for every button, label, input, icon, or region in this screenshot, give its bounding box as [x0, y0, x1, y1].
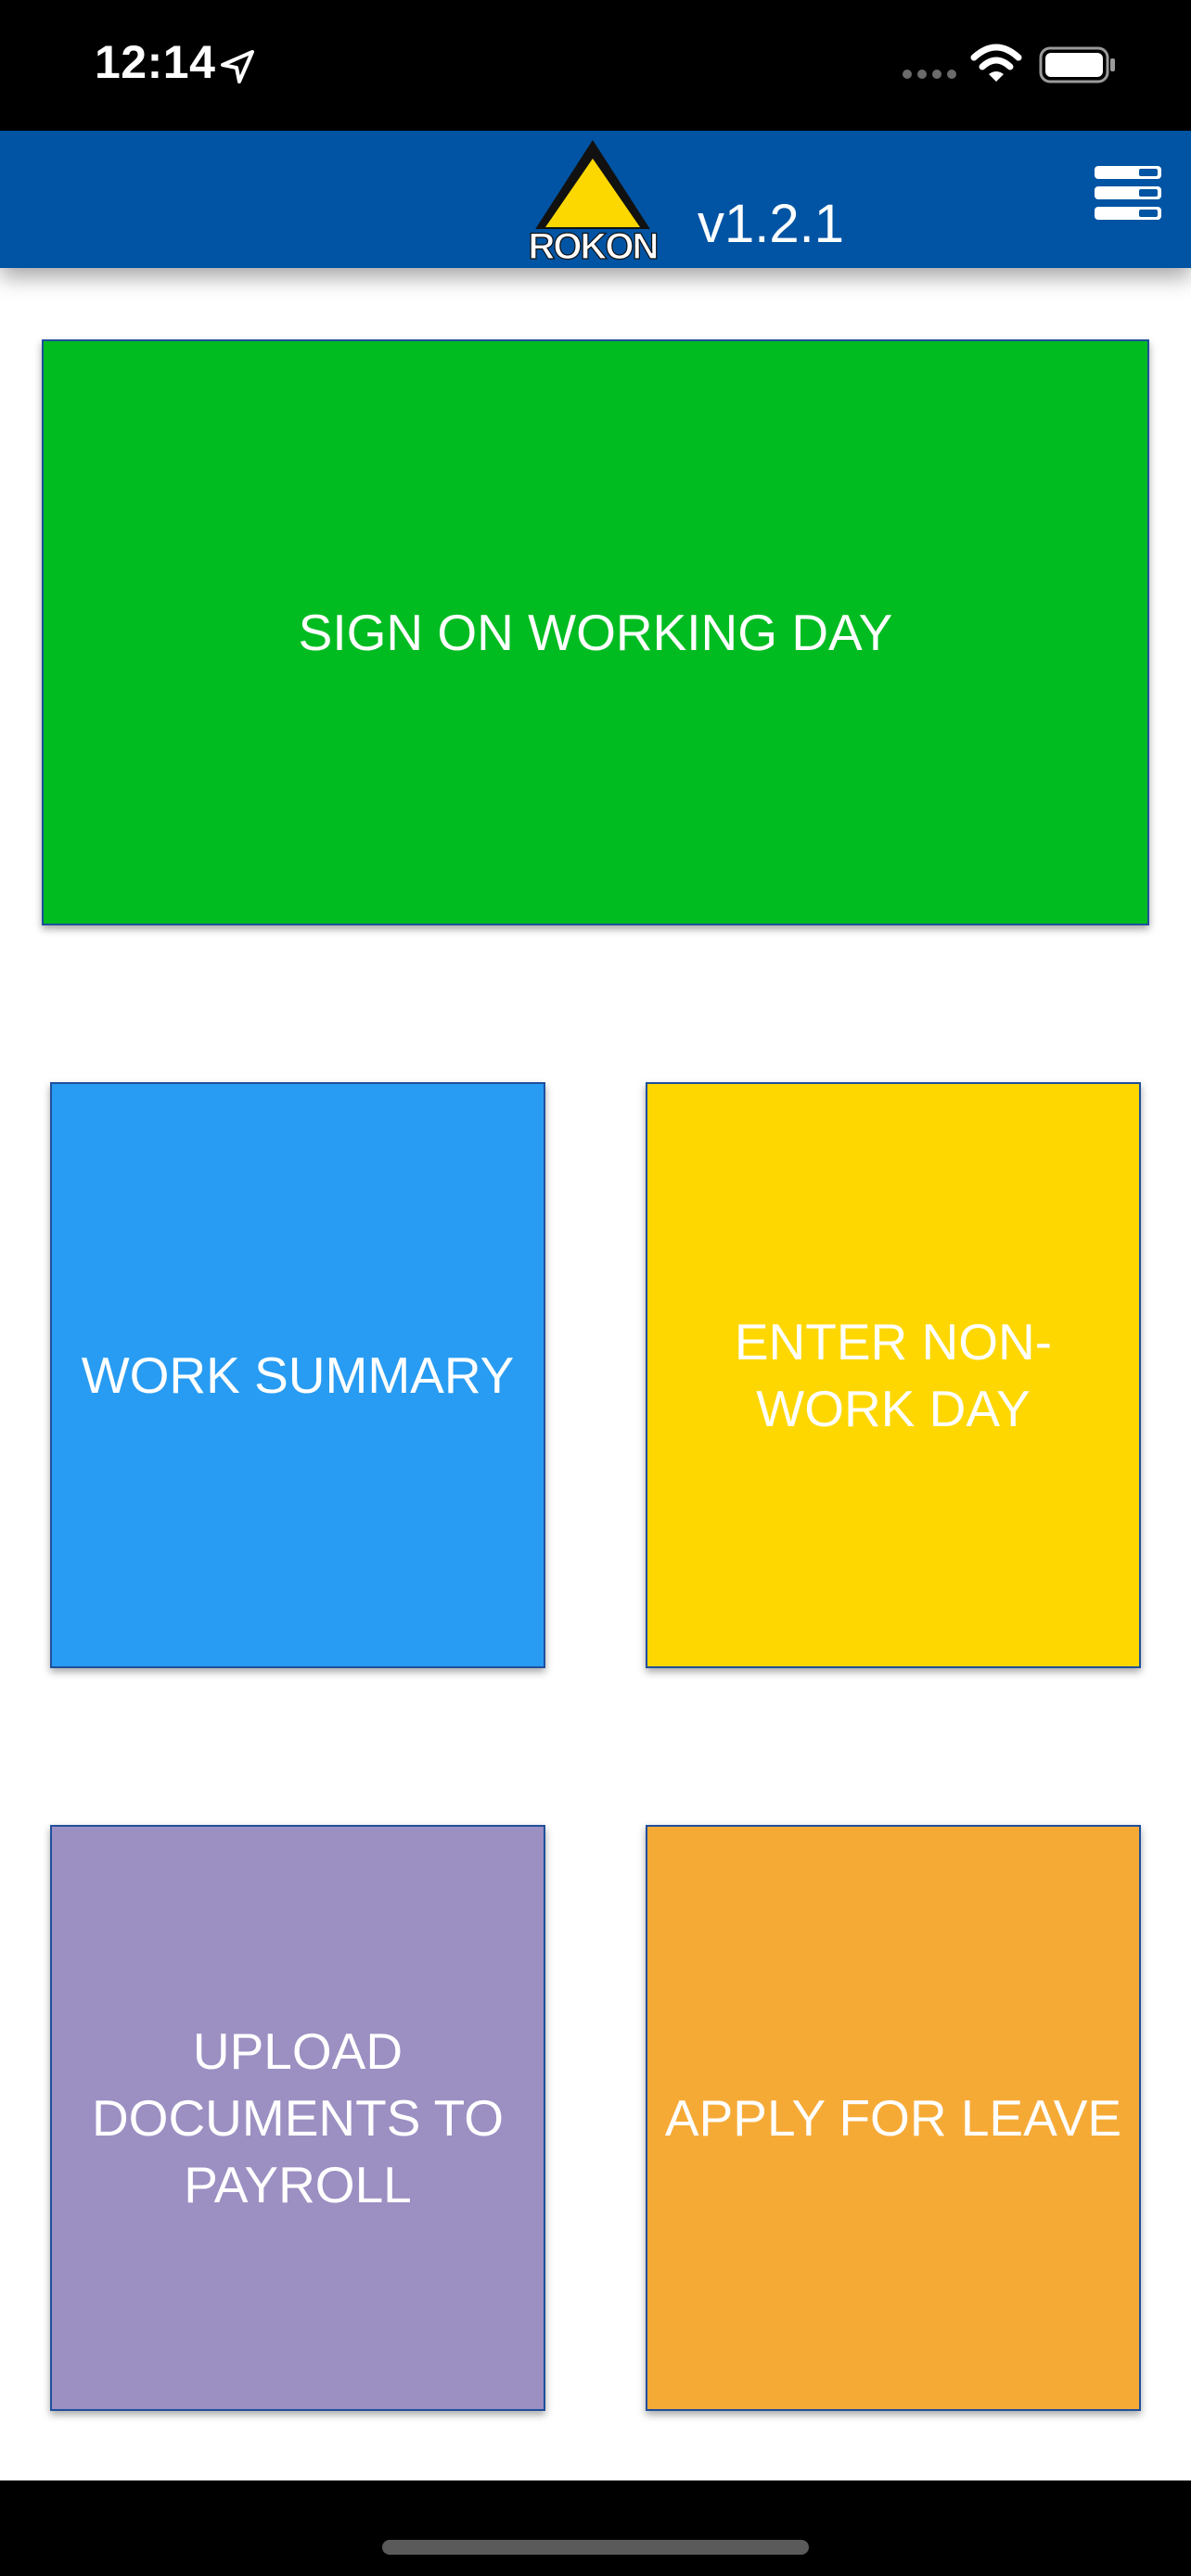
cellular-signal-icon: [903, 70, 956, 79]
work-summary-button[interactable]: WORK SUMMARY: [50, 1082, 545, 1668]
home-indicator[interactable]: [382, 2540, 809, 2555]
app-header: ROKON v1.2.1: [0, 131, 1191, 268]
upload-documents-label: UPLOAD DOCUMENTS TO PAYROLL: [91, 2022, 505, 2213]
work-summary-label: WORK SUMMARY: [81, 1346, 515, 1404]
battery-icon: [1039, 46, 1115, 83]
bottom-bar: [0, 2480, 1191, 2576]
rokon-logo: ROKON: [528, 140, 659, 262]
upload-documents-button[interactable]: UPLOAD DOCUMENTS TO PAYROLL: [50, 1825, 545, 2411]
status-bar: 12:14: [0, 0, 1191, 131]
menu-stack-icon[interactable]: [1093, 164, 1163, 222]
status-time: 12:14: [95, 36, 216, 88]
logo-text: ROKON: [529, 226, 658, 262]
enter-non-work-day-button[interactable]: ENTER NON-WORK DAY: [646, 1082, 1141, 1668]
apply-for-leave-button[interactable]: APPLY FOR LEAVE: [646, 1825, 1141, 2411]
sign-on-working-day-label: SIGN ON WORKING DAY: [298, 604, 893, 661]
wifi-icon: [970, 44, 1022, 82]
location-arrow-icon: [221, 50, 254, 83]
apply-for-leave-label: APPLY FOR LEAVE: [664, 2089, 1122, 2147]
enter-non-work-day-label: ENTER NON-WORK DAY: [734, 1313, 1053, 1437]
app-version: v1.2.1: [698, 194, 844, 254]
sign-on-working-day-button[interactable]: SIGN ON WORKING DAY: [42, 339, 1149, 925]
